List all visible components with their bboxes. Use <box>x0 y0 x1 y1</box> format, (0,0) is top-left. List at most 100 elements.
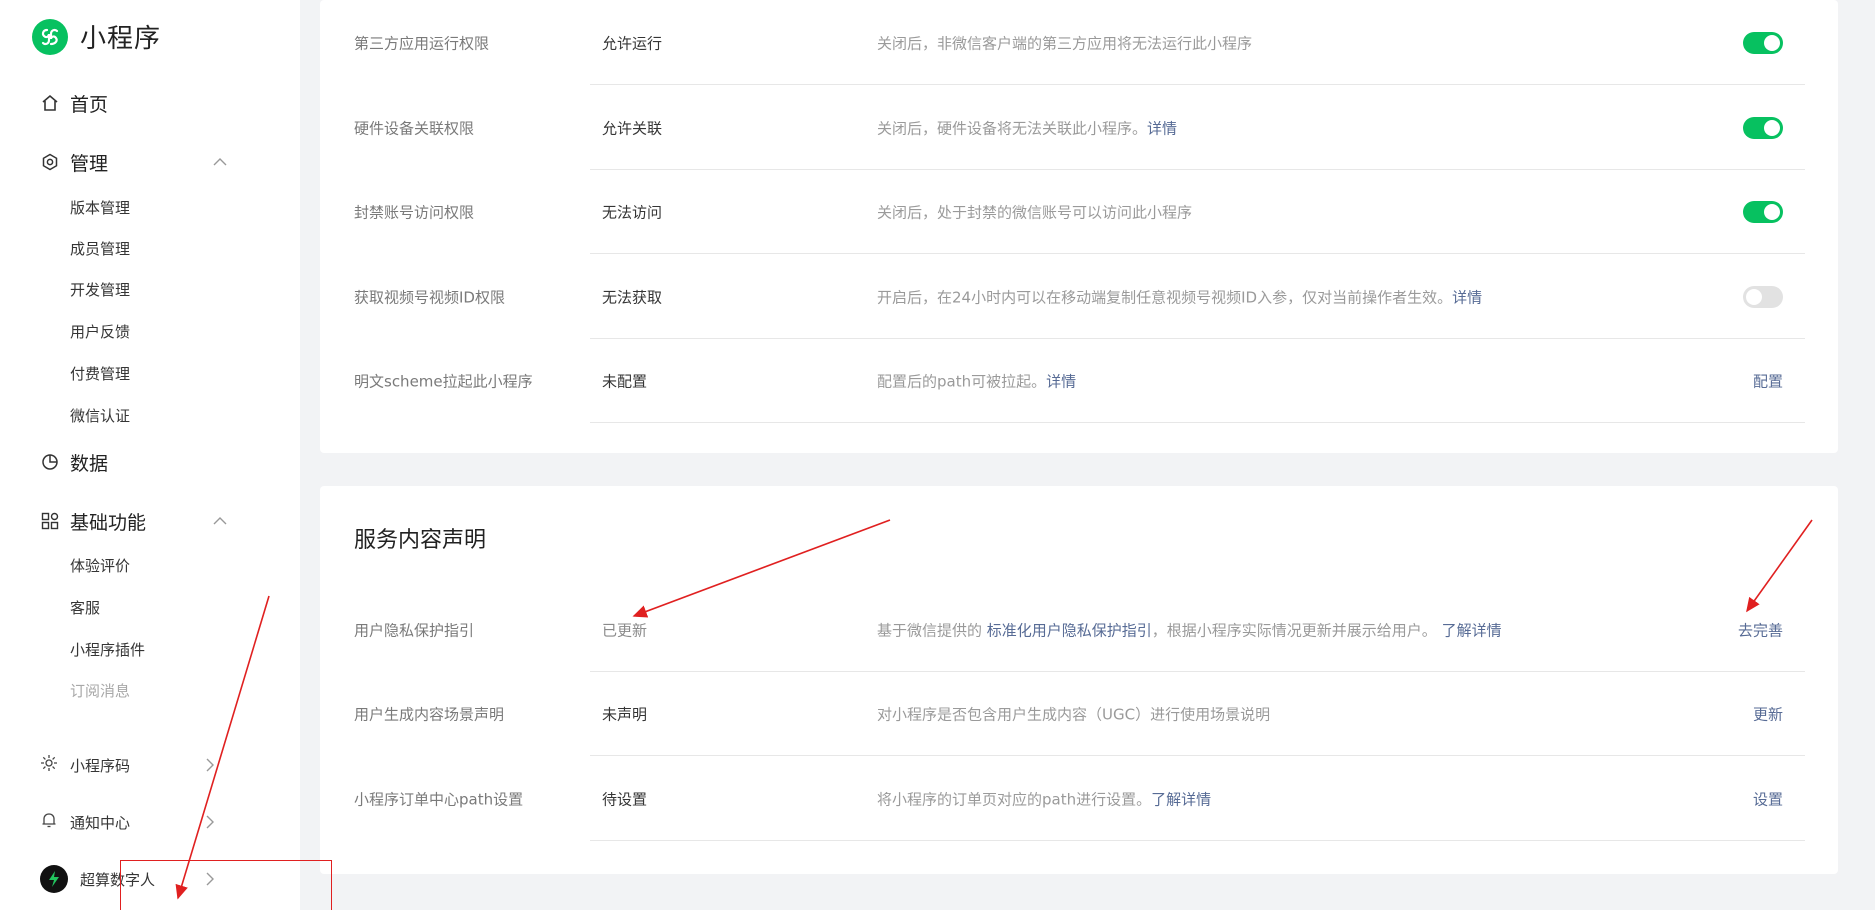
sidebar: 小程序 首页 管理 版本管理 成员管理 开发管理 用户反馈 付费管理 微信认证 … <box>0 0 300 910</box>
nav-basic-features-label: 基础功能 <box>70 511 147 534</box>
chevron-right-icon <box>200 755 220 775</box>
settings-row-banned-account: 封禁账号访问权限 无法访问 关闭后，处于封禁的微信账号可以访问此小程序 <box>320 169 1838 254</box>
set-button[interactable]: 设置 <box>1753 788 1783 809</box>
service-status: 待设置 <box>602 790 648 808</box>
service-description-text: 将小程序的订单页对应的path进行设置。 <box>877 790 1152 808</box>
service-declaration-card: 服务内容声明 用户隐私保护指引 已更新 基于微信提供的 标准化用户隐私保护指引，… <box>320 486 1838 874</box>
video-id-toggle[interactable] <box>1743 285 1783 308</box>
setting-name: 硬件设备关联权限 <box>354 119 475 137</box>
service-name: 用户生成内容场景声明 <box>354 705 505 723</box>
service-row-order-path: 小程序订单中心path设置 待设置 将小程序的订单页对应的path进行设置。了解… <box>320 756 1838 841</box>
nav-data-label: 数据 <box>70 452 109 475</box>
nav-notification-center[interactable]: 通知中心 <box>40 807 220 837</box>
nav-data[interactable]: 数据 <box>40 446 230 478</box>
home-icon <box>40 93 60 113</box>
setting-name: 第三方应用运行权限 <box>354 34 490 52</box>
nav-manage[interactable]: 管理 <box>40 146 230 178</box>
complete-button[interactable]: 去完善 <box>1738 619 1783 640</box>
brand[interactable]: 小程序 <box>32 18 161 55</box>
third-party-run-toggle[interactable] <box>1743 31 1783 54</box>
toggle-knob <box>1764 34 1780 51</box>
sun-icon <box>40 754 58 776</box>
setting-status: 允许关联 <box>602 119 663 137</box>
nav-home[interactable]: 首页 <box>40 87 230 119</box>
nav-version-manage[interactable]: 版本管理 <box>70 197 130 218</box>
setting-description: 关闭后，非微信客户端的第三方应用将无法运行此小程序 <box>877 32 1252 53</box>
settings-hexagon-icon <box>40 152 60 172</box>
nav-basic-features[interactable]: 基础功能 <box>40 505 230 537</box>
setting-description-text: 关闭后，硬件设备将无法关联此小程序。 <box>877 119 1148 137</box>
details-link[interactable]: 详情 <box>1452 288 1482 306</box>
nav-miniprogram-plugin[interactable]: 小程序插件 <box>70 639 145 660</box>
nav-payment-manage[interactable]: 付费管理 <box>70 363 130 384</box>
service-name: 用户隐私保护指引 <box>354 621 475 639</box>
chevron-up-icon[interactable] <box>210 152 230 172</box>
hardware-link-toggle[interactable] <box>1743 116 1783 139</box>
grid-icon <box>40 511 60 531</box>
settings-row-third-party: 第三方应用运行权限 允许运行 关闭后，非微信客户端的第三方应用将无法运行此小程序 <box>320 0 1838 85</box>
section-title: 服务内容声明 <box>354 528 487 553</box>
service-status: 未声明 <box>602 705 648 723</box>
settings-row-hardware: 硬件设备关联权限 允许关联 关闭后，硬件设备将无法关联此小程序。详情 <box>320 85 1838 170</box>
nav-subscribe-message[interactable]: 订阅消息 <box>70 680 130 701</box>
settings-row-scheme: 明文scheme拉起此小程序 未配置 配置后的path可被拉起。详情 配置 <box>320 338 1838 423</box>
nav-experience-rating[interactable]: 体验评价 <box>70 555 130 576</box>
service-description: 基于微信提供的 标准化用户隐私保护指引，根据小程序实际情况更新并展示给用户。 了… <box>877 619 1502 640</box>
learn-more-link[interactable]: 了解详情 <box>1442 621 1502 639</box>
privacy-guide-link[interactable]: 标准化用户隐私保护指引 <box>987 621 1152 639</box>
learn-more-link[interactable]: 了解详情 <box>1151 790 1211 808</box>
nav-miniprogram-code[interactable]: 小程序码 <box>40 750 220 780</box>
setting-description: 关闭后，硬件设备将无法关联此小程序。详情 <box>877 117 1177 138</box>
setting-status: 无法获取 <box>602 288 663 306</box>
divider <box>590 422 1805 423</box>
service-row-ugc: 用户生成内容场景声明 未声明 对小程序是否包含用户生成内容（UGC）进行使用场景… <box>320 671 1838 756</box>
setting-description: 配置后的path可被拉起。详情 <box>877 370 1076 391</box>
service-name: 小程序订单中心path设置 <box>354 790 524 808</box>
miniprogram-logo-icon <box>32 18 68 55</box>
nav-user-feedback[interactable]: 用户反馈 <box>70 321 130 342</box>
service-description-suffix: ，根据小程序实际情况更新并展示给用户。 <box>1151 621 1442 639</box>
toggle-knob <box>1764 203 1780 220</box>
setting-description-text: 配置后的path可被拉起。 <box>877 372 1047 390</box>
divider <box>590 840 1805 841</box>
setting-name: 明文scheme拉起此小程序 <box>354 372 533 390</box>
permissions-card: 第三方应用运行权限 允许运行 关闭后，非微信客户端的第三方应用将无法运行此小程序… <box>320 0 1838 453</box>
service-description: 将小程序的订单页对应的path进行设置。了解详情 <box>877 788 1211 809</box>
chevron-right-icon <box>200 812 220 832</box>
banned-account-toggle[interactable] <box>1743 200 1783 223</box>
service-description-prefix: 基于微信提供的 <box>877 621 987 639</box>
details-link[interactable]: 详情 <box>1147 119 1177 137</box>
configure-button[interactable]: 配置 <box>1753 370 1783 391</box>
pie-chart-icon <box>40 452 60 472</box>
avatar-icon <box>40 865 68 893</box>
setting-description: 关闭后，处于封禁的微信账号可以访问此小程序 <box>877 201 1192 222</box>
nav-manage-label: 管理 <box>70 152 109 175</box>
nav-dev-manage[interactable]: 开发管理 <box>70 279 130 300</box>
setting-status: 未配置 <box>602 372 648 390</box>
setting-status: 无法访问 <box>602 203 663 221</box>
toggle-knob <box>1764 119 1780 136</box>
chevron-up-icon[interactable] <box>210 511 230 531</box>
setting-name: 封禁账号访问权限 <box>354 203 475 221</box>
nav-wechat-verify[interactable]: 微信认证 <box>70 405 130 426</box>
nav-home-label: 首页 <box>70 93 109 116</box>
brand-title: 小程序 <box>80 24 162 54</box>
setting-description-text: 开启后，在24小时内可以在移动端复制任意视频号视频ID入参，仅对当前操作者生效。 <box>877 288 1453 306</box>
service-description-text: 对小程序是否包含用户生成内容（UGC）进行使用场景说明 <box>877 705 1271 723</box>
bell-icon <box>40 811 58 833</box>
annotation-box <box>120 860 332 910</box>
nav-miniprogram-code-label: 小程序码 <box>70 756 131 775</box>
setting-description: 开启后，在24小时内可以在移动端复制任意视频号视频ID入参，仅对当前操作者生效。… <box>877 286 1482 307</box>
nav-customer-service[interactable]: 客服 <box>70 597 100 618</box>
service-description: 对小程序是否包含用户生成内容（UGC）进行使用场景说明 <box>877 703 1270 724</box>
nav-member-manage[interactable]: 成员管理 <box>70 238 130 259</box>
setting-description-text: 关闭后，非微信客户端的第三方应用将无法运行此小程序 <box>877 34 1253 52</box>
toggle-knob <box>1746 288 1762 305</box>
setting-status: 允许运行 <box>602 34 663 52</box>
setting-description-text: 关闭后，处于封禁的微信账号可以访问此小程序 <box>877 203 1193 221</box>
details-link[interactable]: 详情 <box>1046 372 1076 390</box>
nav-notification-center-label: 通知中心 <box>70 813 131 832</box>
setting-name: 获取视频号视频ID权限 <box>354 288 505 306</box>
service-row-privacy: 用户隐私保护指引 已更新 基于微信提供的 标准化用户隐私保护指引，根据小程序实际… <box>320 587 1838 672</box>
update-button[interactable]: 更新 <box>1753 703 1783 724</box>
